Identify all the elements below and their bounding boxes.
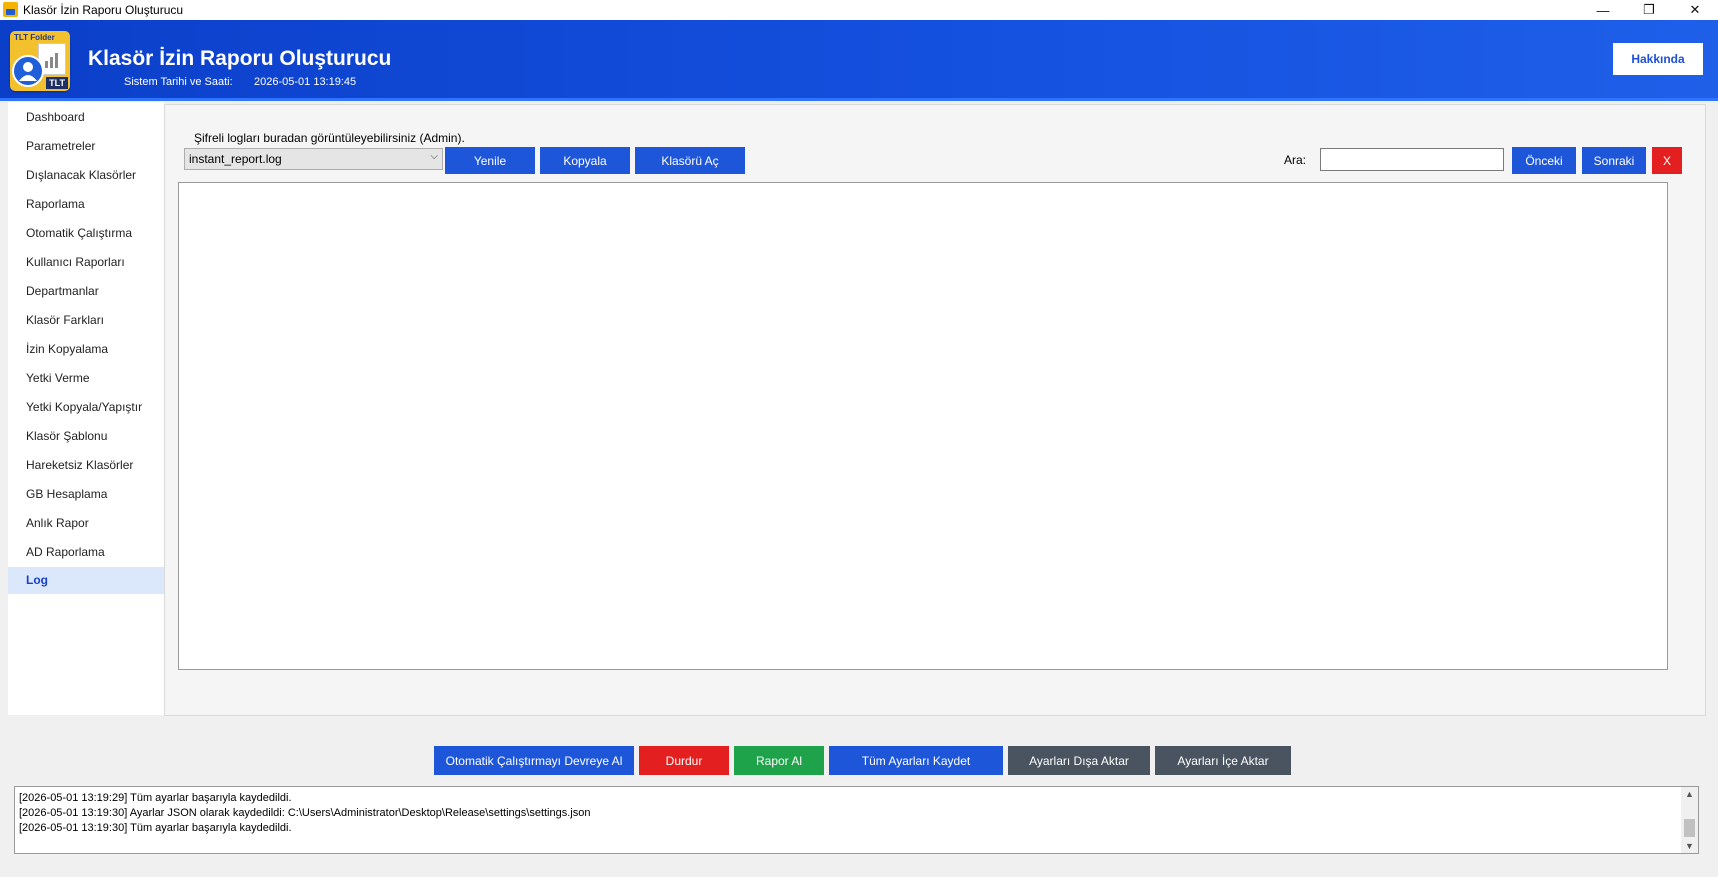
chevron-down-icon: ⌵ [430, 151, 438, 162]
sidebar-item-auto-run[interactable]: Otomatik Çalıştırma [8, 220, 164, 247]
logo-label: TLT Folder [14, 33, 55, 42]
clear-search-button[interactable]: X [1652, 147, 1682, 174]
minimize-icon[interactable]: — [1580, 0, 1626, 20]
sidebar: Dashboard Parametreler Dışlanacak Klasör… [8, 102, 164, 715]
user-lock-icon [12, 55, 44, 87]
log-viewer[interactable] [178, 182, 1668, 670]
previous-button[interactable]: Önceki [1512, 147, 1576, 174]
sidebar-item-folder-diffs[interactable]: Klasör Farkları [8, 307, 164, 334]
sidebar-item-dashboard[interactable]: Dashboard [8, 104, 164, 131]
open-folder-button[interactable]: Klasörü Aç [635, 147, 745, 174]
log-info-text: Şifreli logları buradan görüntüleyebilir… [194, 131, 465, 145]
sidebar-item-user-reports[interactable]: Kullanıcı Raporları [8, 249, 164, 276]
log-file-select-value: instant_report.log [189, 152, 282, 166]
logo-badge: TLT [46, 77, 68, 89]
sidebar-item-departments[interactable]: Departmanlar [8, 278, 164, 305]
scroll-down-icon[interactable]: ▼ [1685, 841, 1694, 851]
search-input[interactable] [1320, 148, 1504, 171]
export-settings-button[interactable]: Ayarları Dışa Aktar [1008, 746, 1150, 775]
console-line: [2026-05-01 13:19:30] Tüm ayarlar başarı… [19, 822, 292, 834]
next-button[interactable]: Sonraki [1582, 147, 1646, 174]
copy-button[interactable]: Kopyala [540, 147, 630, 174]
scroll-up-icon[interactable]: ▲ [1685, 789, 1694, 799]
report-button[interactable]: Rapor Al [734, 746, 824, 775]
window-title: Klasör İzin Raporu Oluşturucu [23, 3, 184, 17]
status-console[interactable]: [2026-05-01 13:19:29] Tüm ayarlar başarı… [14, 786, 1699, 854]
sidebar-item-excluded-folders[interactable]: Dışlanacak Klasörler [8, 162, 164, 189]
scroll-thumb[interactable] [1684, 819, 1695, 837]
log-file-select[interactable]: instant_report.log ⌵ [184, 148, 443, 170]
about-button[interactable]: Hakkında [1613, 43, 1703, 75]
sidebar-item-permission-copy-paste[interactable]: Yetki Kopyala/Yapıştır [8, 394, 164, 421]
auto-run-enable-button[interactable]: Otomatik Çalıştırmayı Devreye Al [434, 746, 634, 775]
sidebar-item-reporting[interactable]: Raporlama [8, 191, 164, 218]
sidebar-item-gb-calculation[interactable]: GB Hesaplama [8, 481, 164, 508]
window-titlebar: Klasör İzin Raporu Oluşturucu — ❐ ✕ [0, 0, 1718, 20]
refresh-button[interactable]: Yenile [445, 147, 535, 174]
app-title: Klasör İzin Raporu Oluşturucu [88, 47, 392, 70]
close-icon[interactable]: ✕ [1672, 0, 1718, 20]
sidebar-item-inactive-folders[interactable]: Hareketsiz Klasörler [8, 452, 164, 479]
tlt-folder-logo: TLT Folder TLT [10, 31, 70, 91]
sidebar-item-log[interactable]: Log [8, 567, 164, 594]
restore-icon[interactable]: ❐ [1626, 0, 1672, 20]
system-datetime-value: 2026-05-01 13:19:45 [254, 76, 357, 88]
sidebar-item-instant-report[interactable]: Anlık Rapor [8, 510, 164, 537]
console-scrollbar[interactable]: ▲ ▼ [1681, 787, 1698, 853]
app-header: TLT Folder TLT Klasör İzin Raporu Oluştu… [0, 20, 1718, 101]
app-icon [3, 2, 18, 17]
sidebar-item-grant-permission[interactable]: Yetki Verme [8, 365, 164, 392]
console-line: [2026-05-01 13:19:30] Ayarlar JSON olara… [19, 807, 591, 819]
sidebar-item-ad-reporting[interactable]: AD Raporlama [8, 539, 164, 566]
stop-button[interactable]: Durdur [639, 746, 729, 775]
system-datetime-label: Sistem Tarihi ve Saati: [124, 76, 233, 88]
sidebar-item-permission-copy[interactable]: İzin Kopyalama [8, 336, 164, 363]
search-label: Ara: [1284, 153, 1307, 167]
console-line: [2026-05-01 13:19:29] Tüm ayarlar başarı… [19, 792, 292, 804]
import-settings-button[interactable]: Ayarları İçe Aktar [1155, 746, 1291, 775]
sidebar-item-folder-template[interactable]: Klasör Şablonu [8, 423, 164, 450]
save-all-settings-button[interactable]: Tüm Ayarları Kaydet [829, 746, 1003, 775]
sidebar-item-parameters[interactable]: Parametreler [8, 133, 164, 160]
